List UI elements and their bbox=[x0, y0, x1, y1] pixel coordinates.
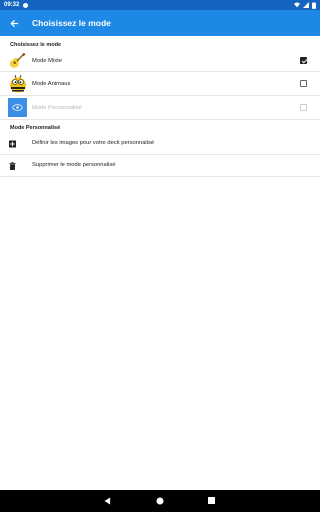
arrow-back-icon bbox=[9, 19, 18, 27]
guitar-icon bbox=[9, 52, 26, 68]
mode-mixte-checkbox[interactable] bbox=[300, 57, 307, 64]
back-button[interactable] bbox=[8, 17, 20, 29]
nav-recents-icon[interactable] bbox=[208, 497, 215, 504]
mode-row-mixte[interactable]: Mode Mixte bbox=[0, 50, 320, 72]
section-heading-mode: Choisissez le mode bbox=[10, 42, 62, 48]
app-bar: Choisissez le mode bbox=[0, 10, 320, 36]
status-bar: 09:32 bbox=[0, 0, 320, 10]
mode-animaux-checkbox[interactable] bbox=[300, 80, 307, 87]
nav-home-icon[interactable] bbox=[156, 497, 164, 505]
delete-mode-label: Supprimer le mode personnalisé bbox=[32, 162, 116, 168]
define-images-row[interactable]: Définir les images pour votre deck perso… bbox=[0, 133, 320, 155]
mode-label: Mode Mixte bbox=[32, 58, 62, 64]
custom-eye-icon bbox=[8, 98, 27, 117]
status-icons bbox=[294, 1, 316, 9]
wifi-icon bbox=[294, 2, 300, 8]
mode-personnalise-checkbox bbox=[300, 104, 307, 111]
status-time: 09:32 bbox=[4, 2, 20, 8]
delete-mode-row[interactable]: Supprimer le mode personnalisé bbox=[0, 155, 320, 177]
battery-icon bbox=[312, 1, 316, 9]
add-image-icon bbox=[9, 140, 16, 148]
mode-label: Mode Personnalisé bbox=[32, 105, 82, 111]
page-title: Choisissez le mode bbox=[32, 18, 111, 28]
mode-row-personnalise: Mode Personnalisé bbox=[0, 96, 320, 120]
define-images-label: Définir les images pour votre deck perso… bbox=[32, 140, 155, 146]
signal-icon bbox=[303, 2, 309, 8]
section-heading-personnalise: Mode Personnalisé bbox=[10, 125, 61, 131]
navigation-bar bbox=[0, 490, 320, 512]
bee-icon bbox=[10, 74, 26, 93]
trash-icon bbox=[9, 162, 16, 170]
mode-row-animaux[interactable]: Mode Animaux bbox=[0, 72, 320, 96]
mode-label: Mode Animaux bbox=[32, 81, 71, 87]
nav-back-icon[interactable] bbox=[104, 497, 111, 505]
sync-icon bbox=[23, 2, 29, 8]
